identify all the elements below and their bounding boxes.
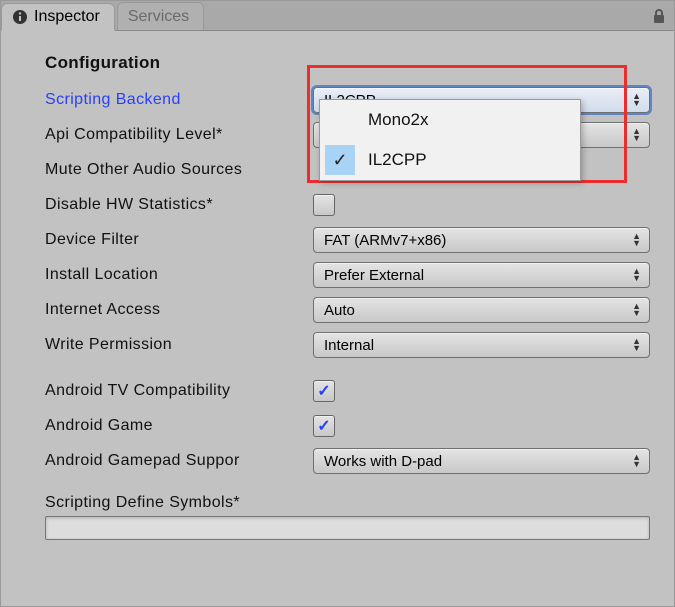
label-define-symbols: Scripting Define Symbols* (45, 494, 650, 512)
updown-arrows-icon: ▲▼ (632, 338, 641, 352)
configuration-panel: Configuration Scripting Backend IL2CPP ▲… (1, 31, 674, 565)
input-define-symbols[interactable] (45, 516, 650, 540)
checkbox-disable-hw[interactable] (313, 194, 335, 216)
label-device-filter: Device Filter (45, 231, 313, 249)
popup-item-mono2x[interactable]: Mono2x (320, 100, 580, 140)
row-device-filter: Device Filter FAT (ARMv7+x86) ▲▼ (45, 227, 650, 253)
dropdown-write-permission[interactable]: Internal ▲▼ (313, 332, 650, 358)
dropdown-gamepad-support-value: Works with D-pad (324, 453, 442, 470)
label-android-tv: Android TV Compatibility (45, 382, 313, 400)
inspector-window: Inspector Services Configuration Scripti… (0, 0, 675, 607)
label-mute-audio: Mute Other Audio Sources (45, 161, 313, 179)
dropdown-gamepad-support[interactable]: Works with D-pad ▲▼ (313, 448, 650, 474)
row-gamepad-support: Android Gamepad Suppor Works with D-pad … (45, 448, 650, 474)
popup-scripting-backend: Mono2x ✓ IL2CPP (319, 99, 581, 181)
updown-arrows-icon: ▲▼ (632, 233, 641, 247)
row-android-tv: Android TV Compatibility (45, 378, 650, 404)
label-install-location: Install Location (45, 266, 313, 284)
updown-arrows-icon: ▲▼ (632, 268, 641, 282)
tab-inspector-label: Inspector (34, 8, 100, 26)
label-gamepad-support: Android Gamepad Suppor (45, 452, 313, 470)
check-icon: ✓ (320, 140, 360, 180)
row-install-location: Install Location Prefer External ▲▼ (45, 262, 650, 288)
popup-item-mono2x-label: Mono2x (360, 110, 428, 130)
checkbox-android-tv[interactable] (313, 380, 335, 402)
label-internet-access: Internet Access (45, 301, 313, 319)
section-title: Configuration (45, 53, 650, 73)
updown-arrows-icon: ▲▼ (632, 454, 641, 468)
label-write-permission: Write Permission (45, 336, 313, 354)
dropdown-device-filter-value: FAT (ARMv7+x86) (324, 232, 446, 249)
tab-services-label: Services (128, 8, 189, 26)
label-scripting-backend: Scripting Backend (45, 91, 313, 109)
dropdown-device-filter[interactable]: FAT (ARMv7+x86) ▲▼ (313, 227, 650, 253)
info-icon (12, 9, 28, 25)
label-disable-hw: Disable HW Statistics* (45, 196, 313, 214)
row-define-symbols: Scripting Define Symbols* (45, 494, 650, 540)
label-android-game: Android Game (45, 417, 313, 435)
row-android-game: Android Game (45, 413, 650, 439)
popup-check-empty (320, 100, 360, 140)
updown-arrows-icon: ▲▼ (632, 93, 641, 107)
label-api-compat: Api Compatibility Level* (45, 126, 313, 144)
dropdown-internet-access[interactable]: Auto ▲▼ (313, 297, 650, 323)
popup-item-il2cpp[interactable]: ✓ IL2CPP (320, 140, 580, 180)
row-internet-access: Internet Access Auto ▲▼ (45, 297, 650, 323)
dropdown-write-permission-value: Internal (324, 337, 374, 354)
dropdown-install-location-value: Prefer External (324, 267, 424, 284)
lock-icon[interactable] (652, 1, 674, 30)
row-write-permission: Write Permission Internal ▲▼ (45, 332, 650, 358)
row-disable-hw: Disable HW Statistics* (45, 192, 650, 218)
checkbox-android-game[interactable] (313, 415, 335, 437)
dropdown-install-location[interactable]: Prefer External ▲▼ (313, 262, 650, 288)
dropdown-internet-access-value: Auto (324, 302, 355, 319)
updown-arrows-icon: ▲▼ (632, 128, 641, 142)
tab-inspector[interactable]: Inspector (1, 3, 115, 31)
updown-arrows-icon: ▲▼ (632, 303, 641, 317)
tab-bar: Inspector Services (1, 1, 674, 31)
tab-services[interactable]: Services (117, 2, 204, 30)
popup-item-il2cpp-label: IL2CPP (360, 150, 427, 170)
